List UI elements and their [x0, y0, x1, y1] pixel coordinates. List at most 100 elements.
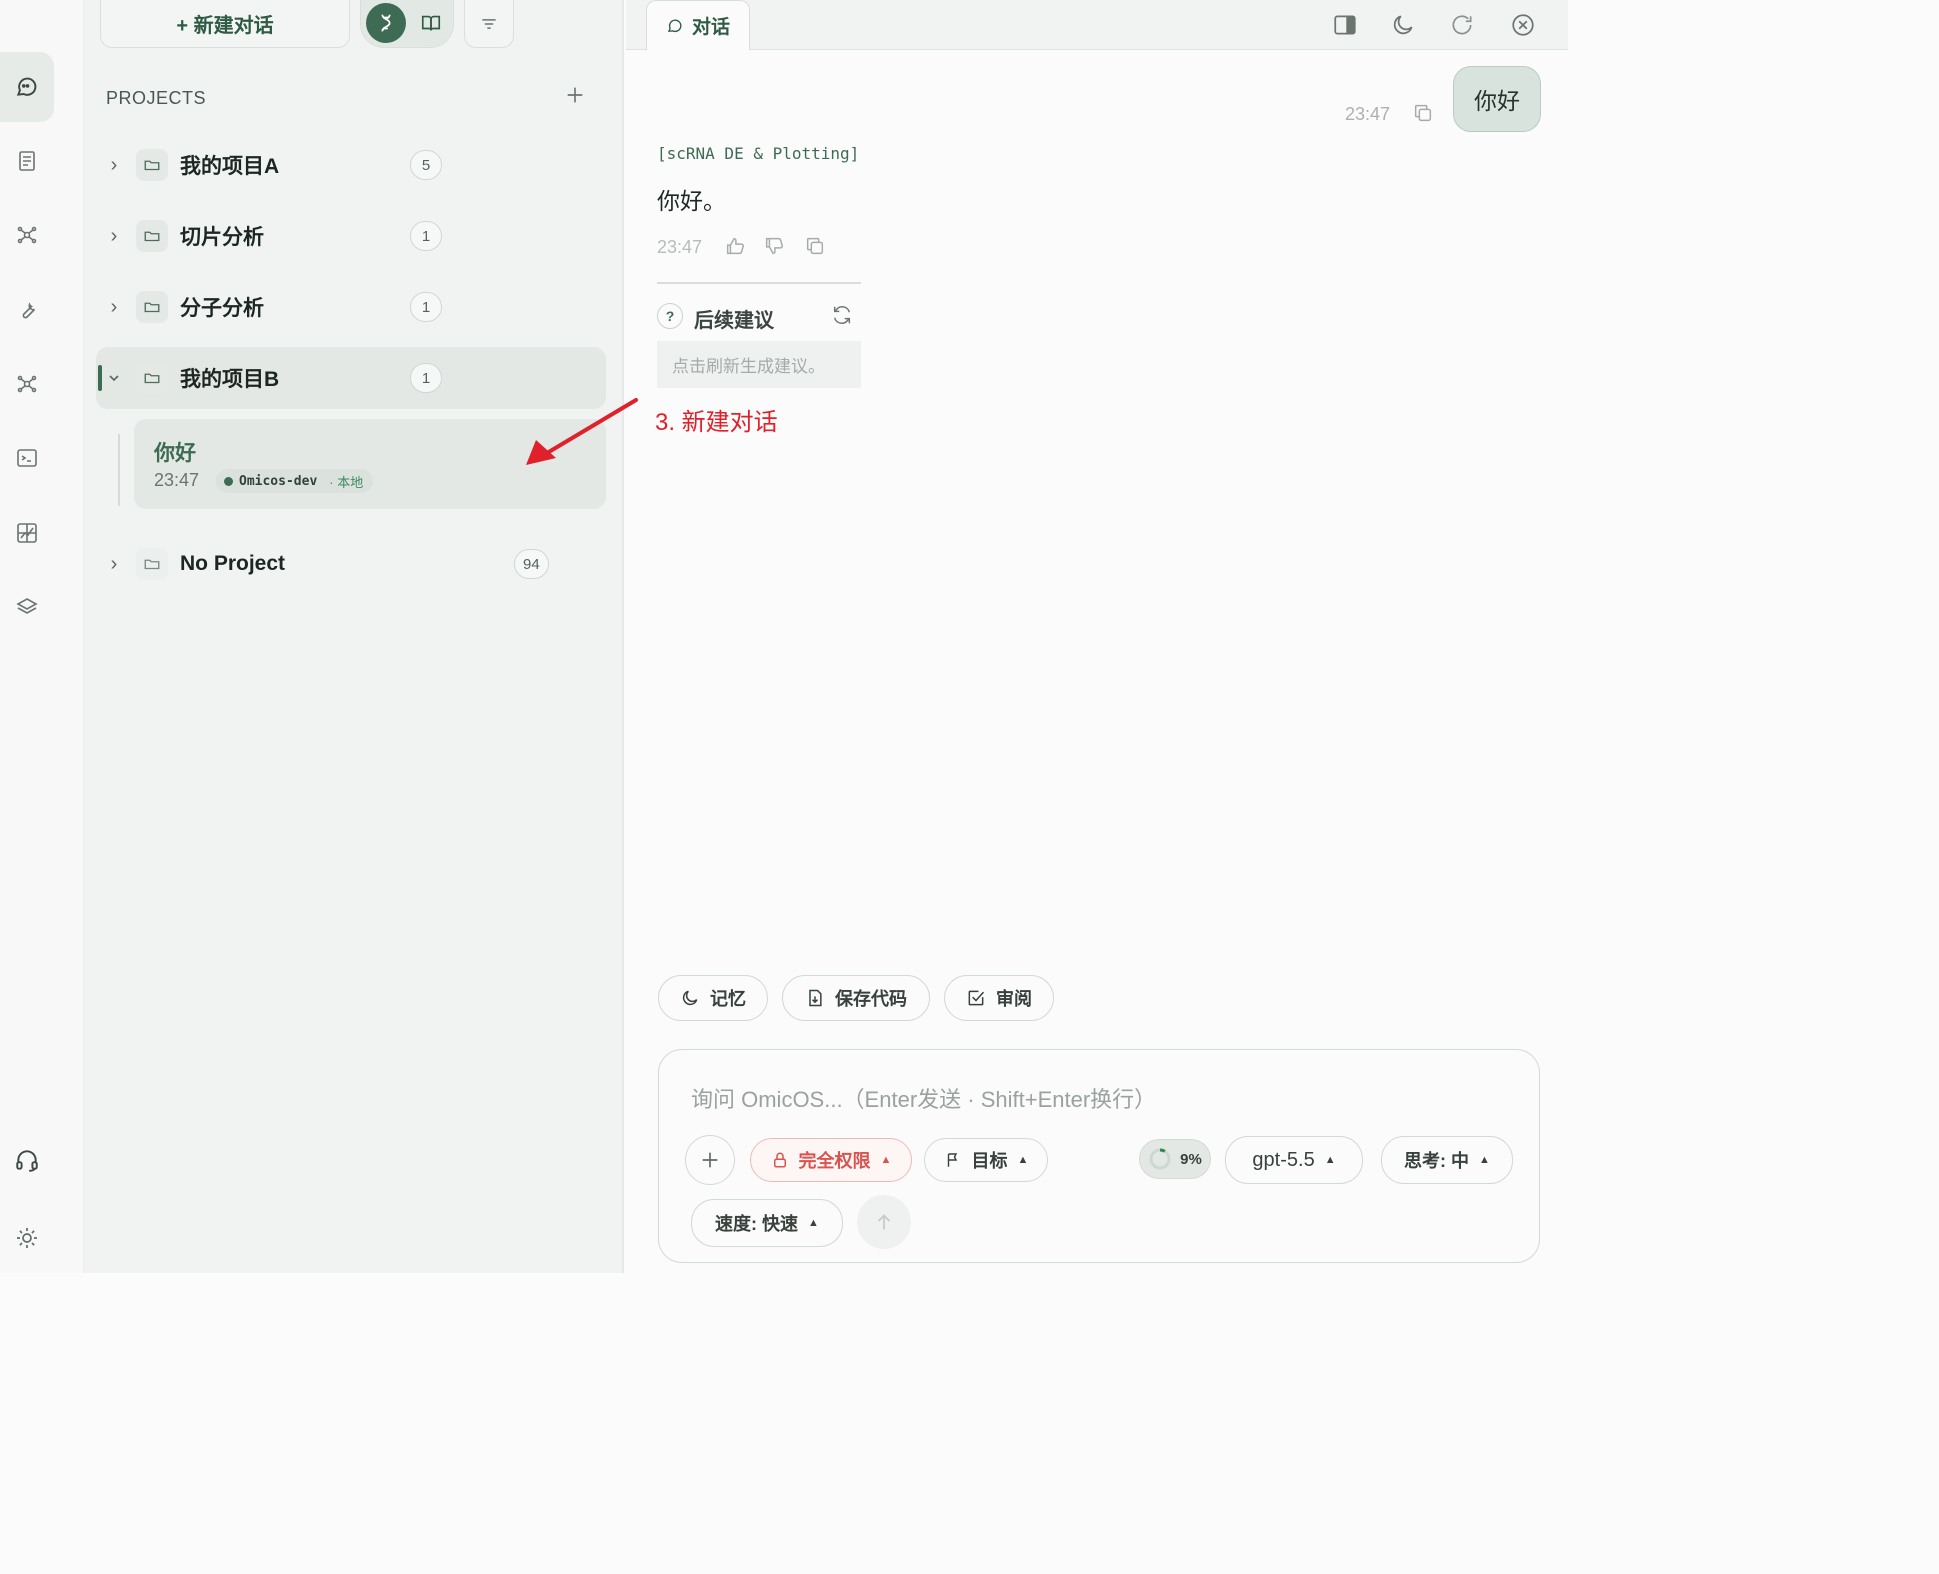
project-count-badge: 5: [410, 150, 442, 180]
save-code-label: 保存代码: [835, 989, 907, 1009]
network-icon[interactable]: [0, 207, 54, 263]
save-code-button[interactable]: 保存代码: [782, 975, 930, 1021]
memory-label: 记忆: [710, 989, 746, 1009]
assistant-message: 你好。: [657, 188, 726, 214]
context-usage[interactable]: 9%: [1139, 1139, 1211, 1179]
new-chat-button[interactable]: + 新建对话: [100, 0, 350, 48]
memory-button[interactable]: 记忆: [658, 975, 768, 1021]
progress-ring-icon: [1149, 1148, 1171, 1170]
wrench-icon[interactable]: [0, 282, 54, 338]
book-icon[interactable]: [411, 3, 451, 43]
copy-icon[interactable]: [1412, 102, 1434, 124]
caret-up-icon: ▲: [1017, 1154, 1029, 1166]
attach-button[interactable]: [685, 1135, 735, 1185]
session-time: 23:47: [154, 470, 200, 490]
download-file-icon: [809, 989, 822, 1007]
session-title: 你好: [154, 442, 196, 465]
document-icon[interactable]: [0, 133, 54, 189]
project-name: 切片分析: [180, 226, 264, 249]
user-message-time: 23:47: [1345, 104, 1391, 124]
projects-header: PROJECTS: [106, 88, 207, 108]
env-name: Omicos-dev: [239, 473, 318, 489]
mode-toggle: [360, 0, 454, 48]
dna-icon[interactable]: [366, 3, 406, 43]
folder-icon: [136, 291, 168, 323]
folder-icon: [136, 362, 168, 394]
status-dot: [224, 476, 233, 486]
plus-icon: [702, 1152, 718, 1168]
project-name: 分子分析: [180, 297, 264, 320]
refresh-icon[interactable]: [1449, 12, 1475, 38]
layers-icon[interactable]: [0, 579, 54, 635]
assistant-message-time: 23:47: [657, 237, 703, 257]
model-select[interactable]: gpt-5.5 ▲: [1225, 1136, 1363, 1184]
graph-icon[interactable]: [0, 356, 54, 412]
permission-label: 完全权限: [798, 1151, 871, 1171]
thumbs-up-icon[interactable]: [724, 235, 746, 257]
terminal-icon[interactable]: [0, 430, 54, 486]
arrow-up-icon: [877, 1214, 891, 1230]
thinking-label: 思考: 中: [1404, 1151, 1470, 1171]
env-location: · 本地: [329, 474, 364, 490]
sun-icon[interactable]: [0, 1210, 54, 1266]
project-name: 我的项目A: [180, 155, 280, 178]
skill-tag: [scRNA DE & Plotting]: [657, 144, 860, 163]
suggestions-placeholder[interactable]: 点击刷新生成建议。: [657, 341, 861, 388]
folder-icon: [136, 548, 168, 580]
copy-icon[interactable]: [804, 235, 826, 257]
add-project-icon[interactable]: [564, 84, 588, 108]
checkbox-icon: [968, 990, 985, 1006]
chat-input[interactable]: 询问 OmicOS...（Enter发送 · Shift+Enter换行）: [691, 1082, 1491, 1114]
panel-toggle-icon[interactable]: [1332, 12, 1358, 38]
thinking-select[interactable]: 思考: 中 ▲: [1381, 1136, 1513, 1184]
filter-button[interactable]: [464, 0, 514, 48]
flag-icon: [947, 1153, 957, 1167]
project-row[interactable]: › No Project 94: [96, 533, 606, 595]
project-name: 我的项目B: [180, 368, 280, 391]
filter-icon: [482, 18, 496, 29]
project-sidebar: + 新建对话 PROJECTS › 我的项目A 5 › 切片分析 1 › 分子分…: [84, 0, 624, 1273]
project-row[interactable]: › 我的项目A 5: [96, 134, 606, 196]
chat-icon: [667, 19, 682, 32]
lock-icon: [773, 1152, 786, 1168]
project-count-badge: 1: [410, 221, 442, 251]
model-label: gpt-5.5: [1252, 1148, 1315, 1171]
caret-up-icon: ▲: [880, 1154, 892, 1166]
permission-button[interactable]: 完全权限 ▲: [750, 1138, 912, 1182]
caret-up-icon: ▲: [1479, 1154, 1490, 1166]
usage-label: 9%: [1180, 1150, 1202, 1168]
composer: 询问 OmicOS...（Enter发送 · Shift+Enter换行） 完全…: [658, 1049, 1540, 1263]
tab-label: 对话: [691, 17, 730, 38]
tab-chat[interactable]: 对话: [646, 0, 750, 50]
moon-icon[interactable]: [1390, 12, 1416, 38]
folder-icon: [136, 220, 168, 252]
chevron-right-icon[interactable]: ›: [96, 154, 132, 177]
chevron-right-icon[interactable]: ›: [96, 296, 132, 319]
goal-label: 目标: [971, 1151, 1008, 1171]
folder-icon: [136, 149, 168, 181]
project-row[interactable]: › 切片分析 1: [96, 205, 606, 267]
divider: [657, 282, 861, 284]
chat-icon[interactable]: [0, 52, 54, 122]
chat-panel: 对话 23:47 你好 [scRNA DE & Plotting] 你好。 23…: [526, 0, 1568, 1273]
headset-icon[interactable]: [0, 1132, 54, 1188]
project-row[interactable]: › 分子分析 1: [96, 276, 606, 338]
chart-icon[interactable]: [0, 505, 54, 561]
tab-bar: 对话: [626, 0, 1568, 50]
speed-select[interactable]: 速度: 快速 ▲: [691, 1199, 843, 1247]
goal-button[interactable]: 目标 ▲: [924, 1138, 1048, 1182]
session-tree-line: [118, 434, 120, 506]
refresh-suggestions-icon[interactable]: [831, 304, 853, 326]
project-count-badge: 1: [410, 363, 442, 393]
send-button[interactable]: [857, 1195, 911, 1249]
project-count-badge: 1: [410, 292, 442, 322]
chevron-right-icon[interactable]: ›: [96, 553, 132, 576]
close-icon[interactable]: [1510, 12, 1536, 38]
thumbs-down-icon[interactable]: [763, 235, 785, 257]
review-button[interactable]: 审阅: [944, 975, 1054, 1021]
caret-up-icon: ▲: [808, 1217, 819, 1229]
chevron-down-icon[interactable]: [96, 370, 132, 386]
env-badge: Omicos-dev · 本地: [216, 469, 374, 493]
chevron-right-icon[interactable]: ›: [96, 225, 132, 248]
review-label: 审阅: [996, 989, 1032, 1009]
